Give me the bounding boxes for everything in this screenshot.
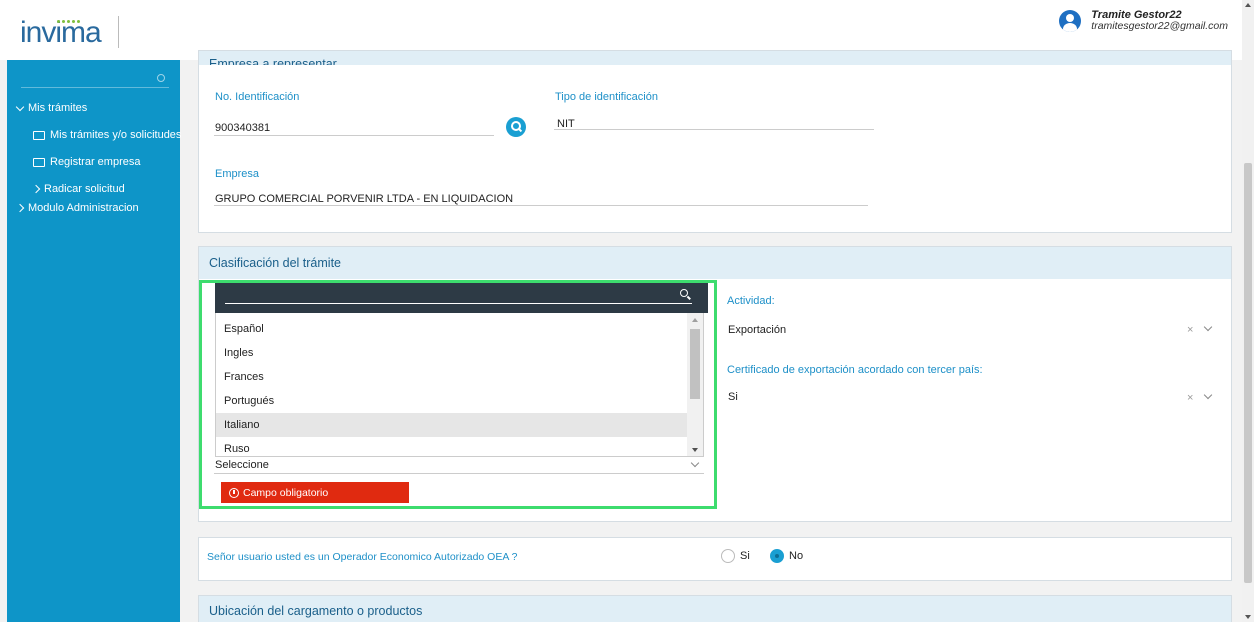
oea-question: Señor usuario usted es un Operador Econo… <box>207 551 518 563</box>
dropdown-options-list: Español Ingles Frances Portugués Italian… <box>215 313 704 457</box>
dropdown-search-input[interactable] <box>225 303 692 304</box>
dropdown-scrollbar[interactable] <box>687 313 703 456</box>
clear-icon[interactable]: × <box>1187 324 1193 336</box>
sidebar-item-label: Modulo Administracion <box>28 202 139 214</box>
clear-icon[interactable]: × <box>1187 392 1193 404</box>
tipo-id-label: Tipo de identificación <box>555 91 658 103</box>
search-icon <box>680 289 688 297</box>
sidebar-item-radicar-solicitud[interactable]: Radicar solicitud <box>31 183 125 195</box>
invima-logo[interactable]: invima <box>20 18 102 48</box>
sidebar-search-input[interactable] <box>21 72 169 88</box>
empresa-panel-header: Empresa a representar <box>199 51 1231 65</box>
actividad-label: Actividad: <box>727 295 775 307</box>
dropdown-search-bar[interactable] <box>215 283 708 313</box>
dropdown-option[interactable]: Ingles <box>216 341 703 365</box>
dropdown-option[interactable]: Frances <box>216 365 703 389</box>
page-scrollbar[interactable] <box>1242 0 1254 622</box>
user-avatar-icon <box>1059 10 1082 32</box>
empresa-label: Empresa <box>215 168 260 180</box>
empresa-underline <box>214 205 868 206</box>
sidebar-item-label: Radicar solicitud <box>44 183 125 195</box>
page-scroll-thumb[interactable] <box>1244 163 1252 583</box>
folder-icon <box>33 130 45 140</box>
search-icon <box>157 74 165 82</box>
id-label: No. Identificación <box>215 91 300 103</box>
sidebar-item-label: Mis trámites y/o solicitudes <box>50 129 182 141</box>
empresa-value: GRUPO COMERCIAL PORVENIR LTDA - EN LIQUI… <box>215 193 514 205</box>
ubicacion-panel: Ubicación del cargamento o productos <box>198 595 1232 622</box>
chevron-down-icon <box>15 102 25 111</box>
empresa-panel-title: Empresa a representar <box>209 57 337 65</box>
sidebar: Mis trámites Mis trámites y/o solicitude… <box>7 60 181 622</box>
dropdown-option[interactable]: Español <box>216 317 703 341</box>
alert-icon <box>229 487 239 498</box>
oea-radio-no[interactable] <box>770 549 784 563</box>
oea-option-no: No <box>789 550 804 562</box>
dropdown-scroll-thumb[interactable] <box>690 329 700 399</box>
clasificacion-title: Clasificación del trámite <box>209 256 341 270</box>
logo-divider <box>118 16 119 48</box>
logo-dots <box>57 20 83 26</box>
scroll-up-arrow-icon[interactable] <box>692 318 698 322</box>
sidebar-item-registrar-empresa[interactable]: Registrar empresa <box>33 156 140 168</box>
user-menu[interactable]: Tramite Gestor22 tramitesgestor22@gmail.… <box>1059 10 1228 32</box>
language-select-value[interactable]: Seleccione <box>215 459 269 471</box>
sidebar-item-modulo-administracion[interactable]: Modulo Administracion <box>15 202 139 214</box>
select-underline <box>214 473 704 474</box>
sidebar-item-label: Mis trámites <box>28 102 88 114</box>
scroll-up-arrow-icon[interactable] <box>1245 3 1251 7</box>
certificado-label: Certificado de exportación acordado con … <box>727 364 983 376</box>
actividad-select[interactable]: Exportación <box>728 324 786 336</box>
sidebar-item-label: Registrar empresa <box>50 156 141 168</box>
error-message: Campo obligatorio <box>221 482 409 503</box>
scroll-down-arrow-icon[interactable] <box>692 448 698 452</box>
user-email: tramitesgestor22@gmail.com <box>1091 20 1228 32</box>
dropdown-option[interactable]: Portugués <box>216 389 703 413</box>
dropdown-option-hovered[interactable]: Italiano <box>216 413 703 437</box>
sidebar-item-mis-tramites[interactable]: Mis trámites <box>15 102 88 114</box>
ubicacion-title: Ubicación del cargamento o productos <box>209 604 423 618</box>
oea-option-si: Si <box>740 550 750 562</box>
search-button[interactable] <box>506 117 526 137</box>
clasificacion-panel-header: Clasificación del trámite <box>199 247 1231 279</box>
user-info: Tramite Gestor22 tramitesgestor22@gmail.… <box>1091 10 1228 32</box>
tipo-id-underline <box>554 129 874 130</box>
sidebar-item-mis-tramites-solicitudes[interactable]: Mis trámites y/o solicitudes <box>33 129 181 141</box>
chevron-right-icon <box>15 203 25 213</box>
oea-radio-si[interactable] <box>721 549 735 563</box>
dropdown-option[interactable]: Ruso <box>216 437 703 456</box>
certificado-select[interactable]: Si <box>728 391 738 403</box>
scroll-down-arrow-icon[interactable] <box>1245 615 1251 619</box>
id-input-underline <box>214 135 494 136</box>
chevron-right-icon <box>31 184 41 194</box>
id-input[interactable]: 900340381 <box>215 122 270 134</box>
folder-icon <box>33 157 45 167</box>
ubicacion-panel-header: Ubicación del cargamento o productos <box>199 596 1231 622</box>
error-text: Campo obligatorio <box>243 486 329 499</box>
